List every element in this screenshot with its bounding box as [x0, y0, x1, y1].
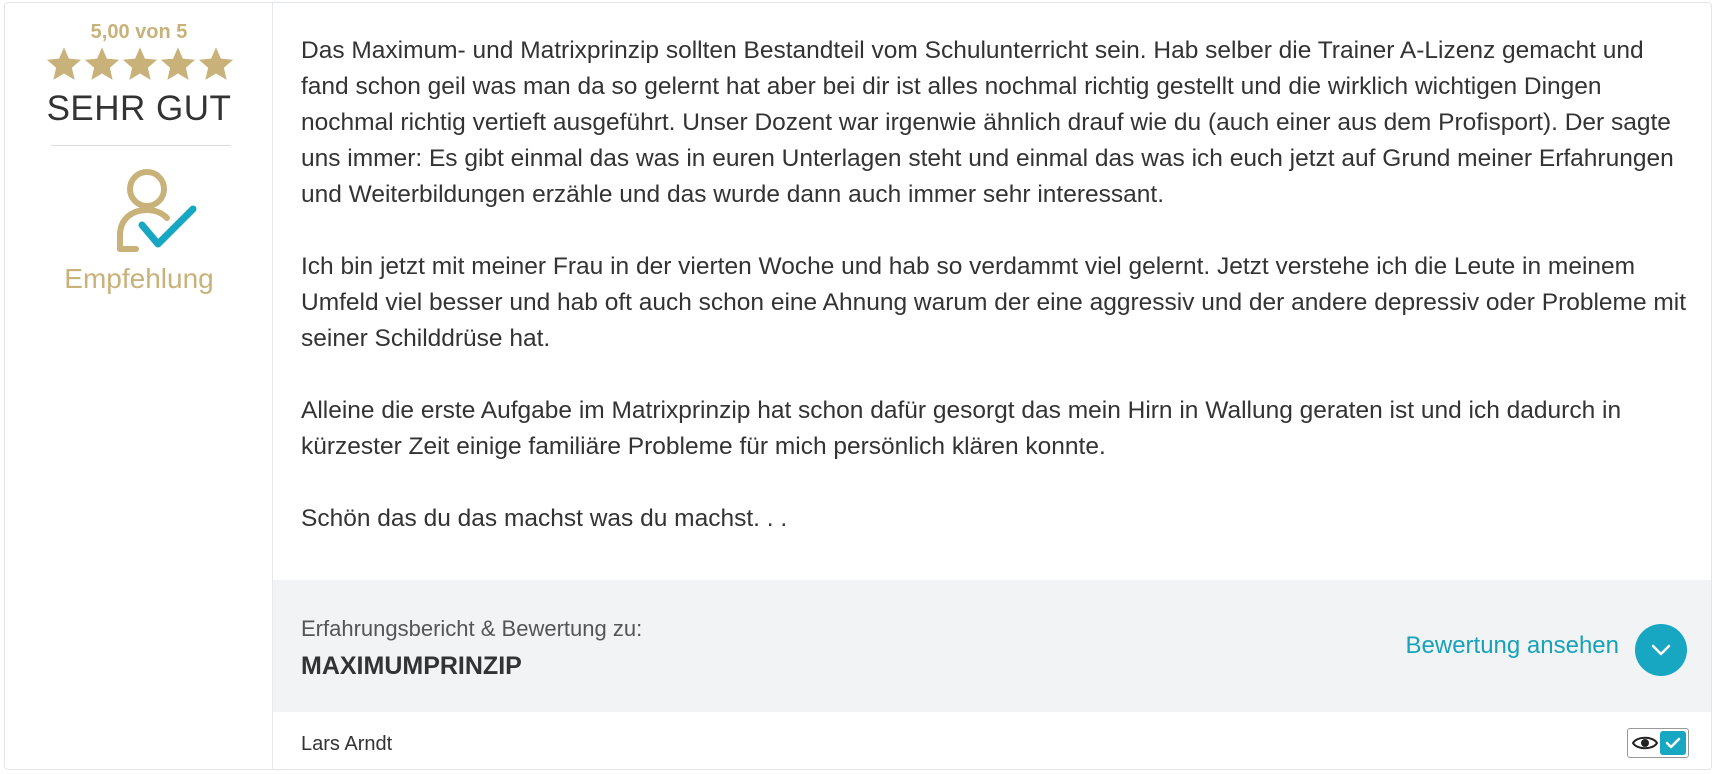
chevron-down-icon	[1651, 644, 1671, 656]
review-paragraph: Alleine die erste Aufgabe im Matrixprinz…	[301, 397, 1622, 460]
view-review-link[interactable]: Bewertung ansehen	[1406, 632, 1620, 660]
rating-panel: 5,00 von 5 SEHR GUT Empfehlung	[5, 3, 273, 769]
star-icon	[160, 47, 196, 80]
review-paragraph: Das Maximum- und Matrixprinzip sollten B…	[301, 37, 1674, 208]
verified-badge[interactable]	[1660, 731, 1686, 755]
star-rating	[45, 45, 235, 83]
review-content: Das Maximum- und Matrixprinzip sollten B…	[273, 3, 1711, 769]
review-badges[interactable]	[1627, 728, 1689, 758]
eye-icon[interactable]	[1632, 734, 1658, 752]
review-paragraph: Ich bin jetzt mit meiner Frau in der vie…	[301, 253, 1687, 352]
review-text: Das Maximum- und Matrixprinzip sollten B…	[301, 33, 1696, 573]
expand-review-button[interactable]	[1635, 624, 1687, 676]
star-icon	[84, 47, 120, 80]
divider	[51, 145, 231, 146]
review-meta-bar: Erfahrungsbericht & Bewertung zu: MAXIMU…	[273, 580, 1711, 712]
recommendation-label: Empfehlung	[64, 263, 214, 294]
user-check-icon	[117, 169, 197, 252]
review-card: 5,00 von 5 SEHR GUT Empfehlung Das Maxim…	[4, 2, 1712, 770]
star-icon	[198, 47, 234, 80]
review-paragraph: Schön das du das machst was du machst. .…	[301, 505, 788, 532]
rating-score: 5,00 von 5	[90, 21, 188, 43]
rating-grade: SEHR GUT	[46, 89, 232, 128]
review-subject-label: Erfahrungsbericht & Bewertung zu:	[301, 616, 643, 641]
star-icon	[46, 47, 82, 80]
product-name: MAXIMUMPRINZIP	[301, 652, 522, 680]
star-icon	[122, 47, 158, 80]
checkmark-icon	[1665, 737, 1681, 749]
author-name: Lars Arndt	[301, 733, 393, 755]
